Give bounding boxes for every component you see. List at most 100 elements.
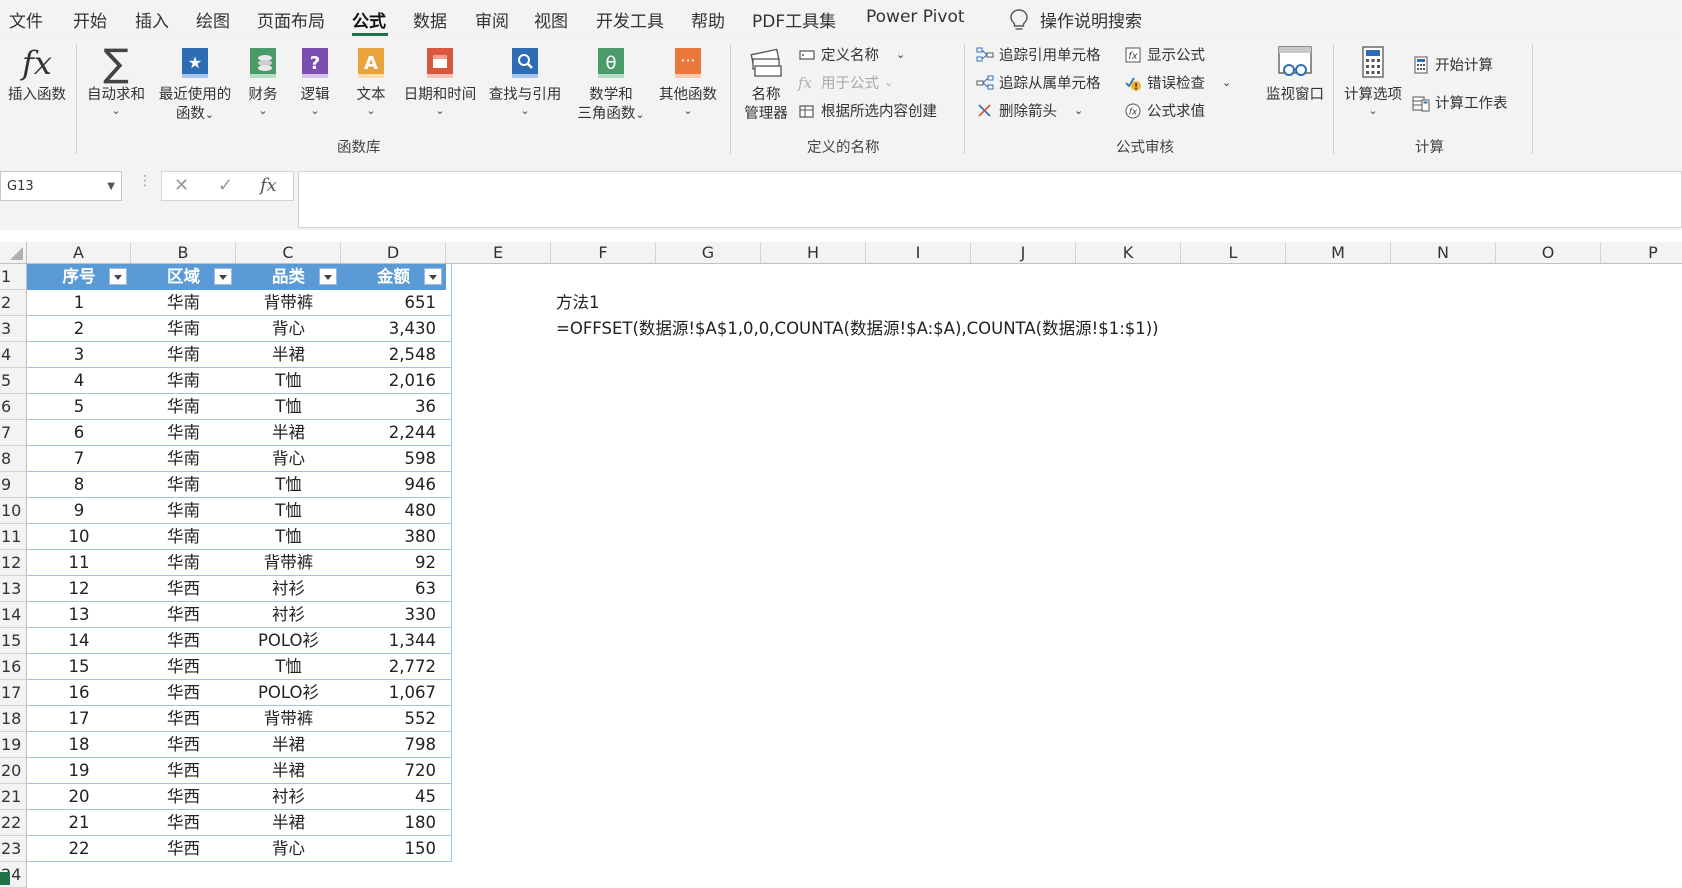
datetime-button[interactable]: 日期和时间 ⌄ bbox=[402, 44, 478, 117]
financial-button[interactable]: 财务 ⌄ bbox=[243, 44, 283, 117]
table-cell[interactable]: 45 bbox=[341, 784, 446, 810]
row-header-15[interactable]: 15 bbox=[0, 628, 27, 654]
table-cell[interactable]: 16 bbox=[27, 680, 131, 706]
row-header-9[interactable]: 9 bbox=[0, 472, 27, 498]
table-cell[interactable]: 720 bbox=[341, 758, 446, 784]
table-cell[interactable]: 480 bbox=[341, 498, 446, 524]
cancel-icon[interactable]: ✕ bbox=[174, 175, 189, 196]
table-cell[interactable]: 华南 bbox=[131, 290, 236, 316]
watch-window-button[interactable]: 监视窗口 bbox=[1262, 44, 1328, 105]
table-cell[interactable]: 半裙 bbox=[236, 810, 341, 836]
table-cell[interactable]: 背心 bbox=[236, 316, 341, 342]
table-cell[interactable]: T恤 bbox=[236, 368, 341, 394]
row-header-20[interactable]: 20 bbox=[0, 758, 27, 784]
table-cell[interactable]: 18 bbox=[27, 732, 131, 758]
filter-dropdown-icon[interactable] bbox=[109, 268, 127, 285]
table-cell[interactable]: 华南 bbox=[131, 472, 236, 498]
table-cell[interactable]: T恤 bbox=[236, 524, 341, 550]
method-label-cell[interactable]: 方法1 bbox=[556, 290, 600, 316]
menu-data[interactable]: 数据 bbox=[413, 7, 447, 32]
table-cell[interactable]: 12 bbox=[27, 576, 131, 602]
text-button[interactable]: A 文本 ⌄ bbox=[351, 44, 391, 117]
table-cell[interactable]: 14 bbox=[27, 628, 131, 654]
table-cell[interactable]: 华南 bbox=[131, 420, 236, 446]
table-cell[interactable]: 华西 bbox=[131, 680, 236, 706]
table-cell[interactable]: 380 bbox=[341, 524, 446, 550]
autosum-button[interactable]: ∑ 自动求和 ⌄ bbox=[84, 44, 148, 117]
more-functions-button[interactable]: ··· 其他函数 ⌄ bbox=[655, 44, 721, 117]
table-cell[interactable]: 华西 bbox=[131, 654, 236, 680]
dropdown-arrow-icon[interactable]: ▼ bbox=[107, 172, 115, 202]
table-cell[interactable]: 330 bbox=[341, 602, 446, 628]
table-cell[interactable]: POLO衫 bbox=[236, 628, 341, 654]
table-cell[interactable]: 华南 bbox=[131, 316, 236, 342]
create-from-selection-button[interactable]: 根据所选内容创建 bbox=[798, 100, 937, 121]
table-cell[interactable]: 华西 bbox=[131, 576, 236, 602]
row-header-13[interactable]: 13 bbox=[0, 576, 27, 602]
name-manager-button[interactable]: 名称 管理器 bbox=[742, 44, 790, 124]
row-header-19[interactable]: 19 bbox=[0, 732, 27, 758]
row-header-10[interactable]: 10 bbox=[0, 498, 27, 524]
menu-view[interactable]: 视图 bbox=[534, 7, 568, 32]
filter-dropdown-icon[interactable] bbox=[319, 268, 337, 285]
table-cell[interactable]: 华南 bbox=[131, 498, 236, 524]
table-header-cell[interactable]: 品类 bbox=[236, 264, 341, 290]
trace-dependents-button[interactable]: 追踪从属单元格 bbox=[976, 72, 1101, 93]
column-header-A[interactable]: A bbox=[27, 242, 131, 264]
table-cell[interactable]: 2,016 bbox=[341, 368, 446, 394]
row-header-21[interactable]: 21 bbox=[0, 784, 27, 810]
column-header-E[interactable]: E bbox=[446, 242, 551, 264]
calc-options-button[interactable]: 计算选项 ⌄ bbox=[1340, 44, 1406, 117]
offset-formula-text-cell[interactable]: =OFFSET(数据源!$A$1,0,0,COUNTA(数据源!$A:$A),C… bbox=[556, 316, 1159, 342]
table-cell[interactable]: 7 bbox=[27, 446, 131, 472]
table-cell[interactable]: 22 bbox=[27, 836, 131, 862]
math-trig-button[interactable]: θ 数学和 三角函数⌄ bbox=[573, 44, 649, 124]
table-cell[interactable]: 华西 bbox=[131, 810, 236, 836]
table-cell[interactable]: T恤 bbox=[236, 394, 341, 420]
filter-dropdown-icon[interactable] bbox=[424, 268, 442, 285]
column-header-G[interactable]: G bbox=[656, 242, 761, 264]
menu-insert[interactable]: 插入 bbox=[135, 7, 169, 32]
row-header-3[interactable]: 3 bbox=[0, 316, 27, 342]
row-header-5[interactable]: 5 bbox=[0, 368, 27, 394]
row-header-11[interactable]: 11 bbox=[0, 524, 27, 550]
table-cell[interactable]: 6 bbox=[27, 420, 131, 446]
table-cell[interactable]: 半裙 bbox=[236, 732, 341, 758]
table-cell[interactable]: 华西 bbox=[131, 836, 236, 862]
table-cell[interactable]: 华西 bbox=[131, 732, 236, 758]
table-cell[interactable]: 10 bbox=[27, 524, 131, 550]
table-cell[interactable]: 背带裤 bbox=[236, 706, 341, 732]
table-cell[interactable]: 华南 bbox=[131, 446, 236, 472]
column-header-C[interactable]: C bbox=[236, 242, 341, 264]
table-cell[interactable]: 华西 bbox=[131, 628, 236, 654]
formula-bar-grip-icon[interactable]: ⋮ bbox=[138, 174, 152, 188]
table-cell[interactable]: T恤 bbox=[236, 472, 341, 498]
table-cell[interactable]: 华西 bbox=[131, 706, 236, 732]
column-header-P[interactable]: P bbox=[1601, 242, 1682, 264]
spreadsheet-grid[interactable]: A B C D E F G H I J K L M N O P 1 2 3 4 5 6 7 8 9 10 11 12 13 14 15 16 1… bbox=[0, 242, 1682, 888]
table-cell[interactable]: 36 bbox=[341, 394, 446, 420]
table-cell[interactable]: 5 bbox=[27, 394, 131, 420]
row-header-7[interactable]: 7 bbox=[0, 420, 27, 446]
use-in-formula-button[interactable]: fx 用于公式 ⌄ bbox=[798, 72, 893, 93]
name-box[interactable]: G13 ▼ bbox=[0, 171, 122, 201]
column-header-J[interactable]: J bbox=[971, 242, 1076, 264]
table-cell[interactable]: T恤 bbox=[236, 498, 341, 524]
table-cell[interactable]: 背心 bbox=[236, 836, 341, 862]
insert-function-button[interactable]: fx 插入函数 bbox=[6, 44, 68, 105]
column-header-H[interactable]: H bbox=[761, 242, 866, 264]
menu-page-layout[interactable]: 页面布局 bbox=[257, 7, 325, 32]
column-header-M[interactable]: M bbox=[1286, 242, 1391, 264]
table-cell[interactable]: 150 bbox=[341, 836, 446, 862]
table-cell[interactable]: 8 bbox=[27, 472, 131, 498]
table-cell[interactable]: POLO衫 bbox=[236, 680, 341, 706]
define-name-button[interactable]: 定义名称 ⌄ bbox=[798, 44, 905, 65]
table-header-cell[interactable]: 金额 bbox=[341, 264, 446, 290]
table-cell[interactable]: 华南 bbox=[131, 368, 236, 394]
table-cell[interactable]: 798 bbox=[341, 732, 446, 758]
menu-pdf-tools[interactable]: PDF工具集 bbox=[752, 7, 836, 32]
table-cell[interactable]: 17 bbox=[27, 706, 131, 732]
show-formulas-button[interactable]: fx 显示公式 bbox=[1124, 44, 1205, 65]
table-cell[interactable]: 13 bbox=[27, 602, 131, 628]
insert-function-fx-icon[interactable]: fx bbox=[260, 175, 277, 196]
